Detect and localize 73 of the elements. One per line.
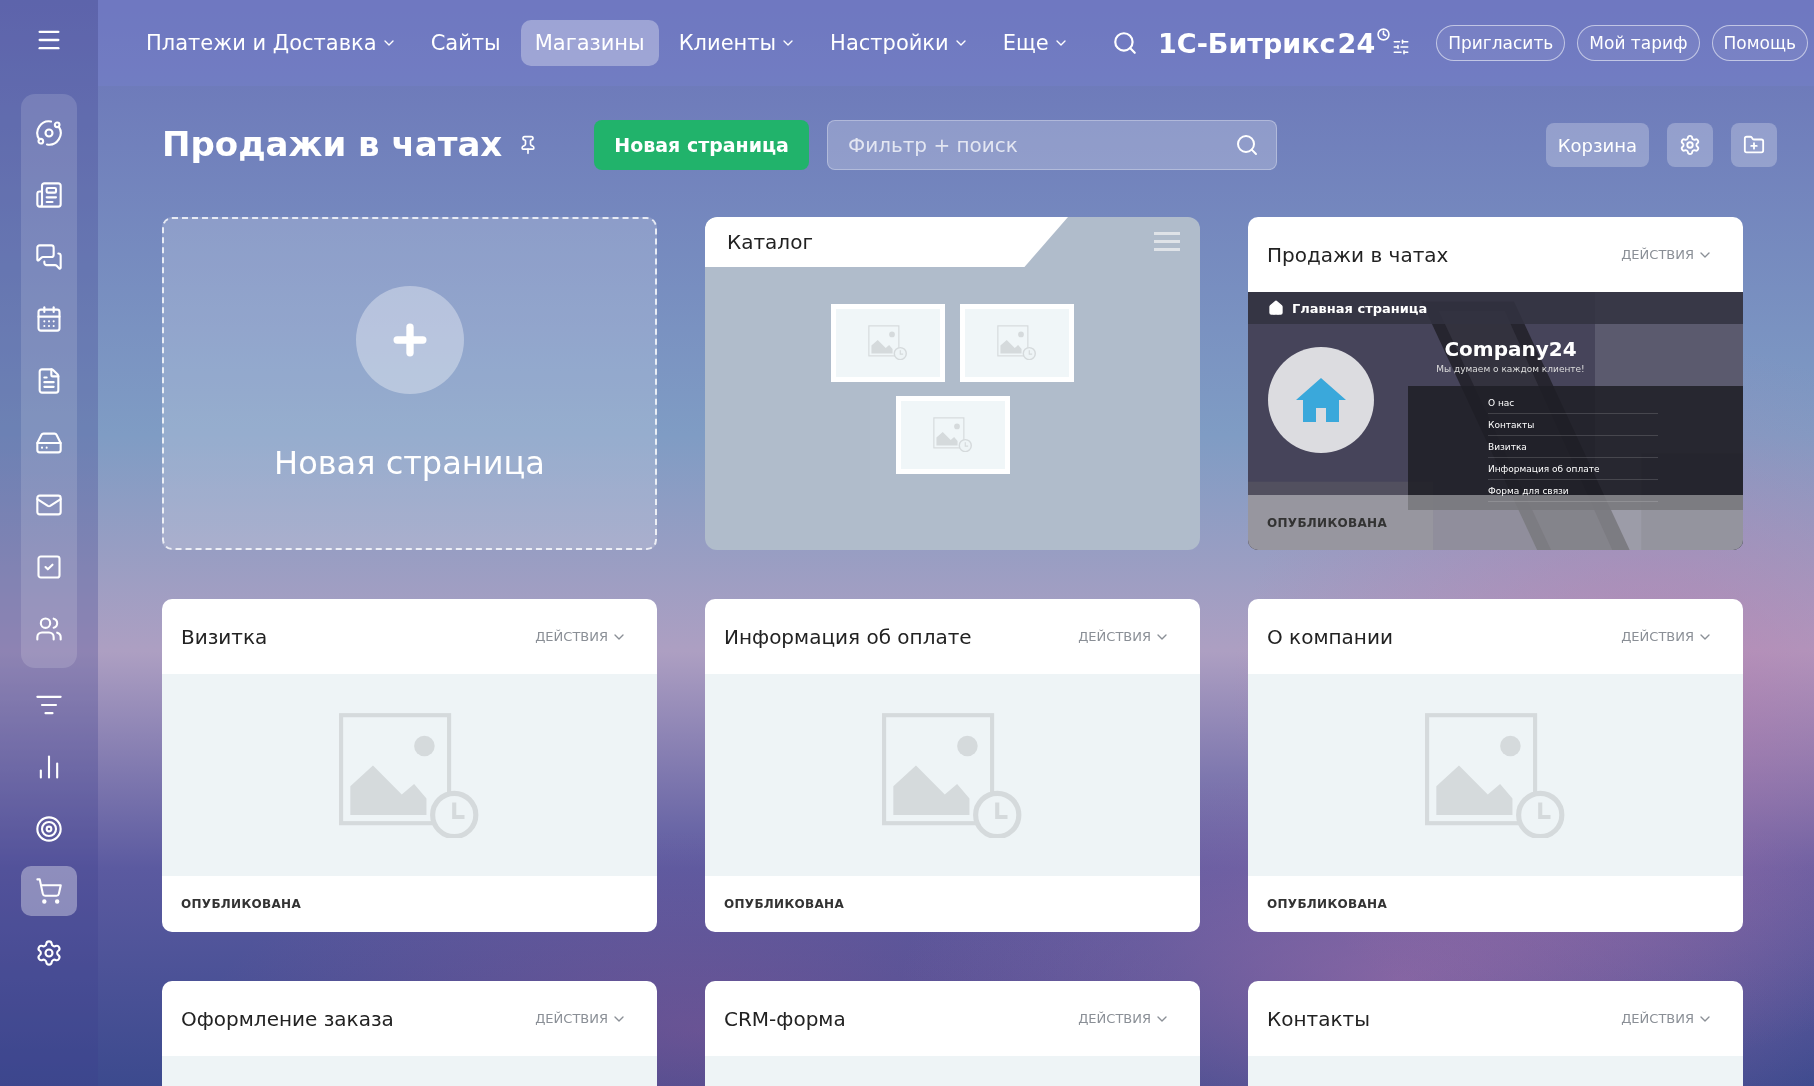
preview-menu-item: Информация об оплате <box>1488 458 1658 480</box>
actions-dropdown[interactable]: ДЕЙСТВИЯ <box>1621 246 1713 263</box>
page-preview[interactable]: Главная страница Company24 Мы думаем о каждом клиенте! О нас Контакты Визитка Информация об оплате Форма для связи ОПУБЛИКОВАНА <box>1248 292 1743 550</box>
top-button[interactable]: Пригласить <box>1436 25 1566 61</box>
tagline: Мы думаем о каждом клиенте! <box>1435 364 1586 374</box>
status-label: ОПУБЛИКОВАНА <box>1267 897 1388 911</box>
settings-button[interactable] <box>1667 123 1713 167</box>
status-label: ОПУБЛИКОВАНА <box>181 897 302 911</box>
nav-tab[interactable]: Сайты <box>416 20 515 66</box>
folder-plus-icon <box>1743 134 1765 156</box>
card-title: Продажи в чатах <box>1267 242 1449 267</box>
company-name: Company24 <box>1443 337 1578 361</box>
nav-tab[interactable]: Настройки <box>816 20 983 66</box>
sidebar-item[interactable] <box>21 866 77 916</box>
settings-icon <box>35 939 63 967</box>
nav-tab[interactable]: Платежи и Доставка <box>132 20 411 66</box>
users-icon <box>35 615 63 643</box>
card-title: Каталог <box>727 230 813 254</box>
actions-dropdown[interactable]: ДЕЙСТВИЯ <box>535 628 627 645</box>
nav-tab[interactable]: Еще <box>988 20 1083 66</box>
card-title: Контакты <box>1267 1006 1370 1031</box>
status-label: ОПУБЛИКОВАНА <box>1267 515 1388 530</box>
clock-icon <box>1377 27 1391 41</box>
catalog-folder[interactable]: Каталог <box>705 217 1200 550</box>
new-page-button[interactable]: Новая страница <box>594 120 809 170</box>
add-folder-button[interactable] <box>1731 123 1777 167</box>
calendar-icon <box>35 305 63 333</box>
brand-number: 24 <box>1337 27 1376 59</box>
card-title: Оформление заказа <box>181 1006 394 1031</box>
nav-tab[interactable]: Магазины <box>520 20 659 66</box>
preview-menu-item: О нас <box>1488 392 1658 414</box>
cart-icon <box>35 877 63 905</box>
image-placeholder-icon <box>868 324 908 361</box>
card-title: CRM-форма <box>724 1006 846 1031</box>
house-icon <box>1296 378 1346 422</box>
chat-icon <box>35 243 63 271</box>
settings-icon <box>1679 134 1701 156</box>
newspaper-icon <box>35 181 63 209</box>
page-card[interactable]: О компании ДЕЙСТВИЯ ОПУБЛИКОВАНА <box>1248 599 1743 932</box>
actions-dropdown[interactable]: ДЕЙСТВИЯ <box>1621 1010 1713 1027</box>
image-placeholder-icon <box>932 416 973 453</box>
page-card[interactable]: Контакты ДЕЙСТВИЯ <box>1248 981 1743 1086</box>
preview-menu-item: Форма для связи <box>1488 480 1658 502</box>
card-title: О компании <box>1267 624 1393 649</box>
top-button[interactable]: Мой тариф <box>1577 25 1700 61</box>
new-page-card[interactable]: Новая страница <box>162 217 657 550</box>
page-card[interactable]: Информация об оплате ДЕЙСТВИЯ ОПУБЛИКОВАНА <box>705 599 1200 932</box>
top-button[interactable]: Помощь <box>1711 25 1808 61</box>
page-card[interactable]: CRM-форма ДЕЙСТВИЯ <box>705 981 1200 1086</box>
status-label: ОПУБЛИКОВАНА <box>724 897 845 911</box>
image-placeholder-icon <box>997 324 1037 361</box>
basket-button[interactable]: Корзина <box>1545 123 1649 167</box>
actions-dropdown[interactable]: ДЕЙСТВИЯ <box>1078 1010 1170 1027</box>
search-icon <box>1234 133 1259 157</box>
sliders-icon[interactable] <box>1392 37 1411 56</box>
search-icon <box>1112 30 1139 56</box>
preview-nav-title: Главная страница <box>1292 300 1428 316</box>
actions-dropdown[interactable]: ДЕЙСТВИЯ <box>535 1010 627 1027</box>
card-title: Информация об оплате <box>724 624 972 649</box>
card-title: Визитка <box>181 624 268 649</box>
actions-dropdown[interactable]: ДЕЙСТВИЯ <box>1078 628 1170 645</box>
preview-menu-item: Контакты <box>1488 414 1658 436</box>
brand-name: 1С-Битрикс <box>1158 27 1336 59</box>
checkbox-icon <box>35 553 63 581</box>
page-title: Продажи в чатах <box>162 126 503 164</box>
page-card[interactable]: Визитка ДЕЙСТВИЯ ОПУБЛИКОВАНА <box>162 599 657 932</box>
target-icon <box>35 815 63 843</box>
actions-dropdown[interactable]: ДЕЙСТВИЯ <box>1621 628 1713 645</box>
page-card[interactable]: Оформление заказа ДЕЙСТВИЯ <box>162 981 657 1086</box>
preview-menu-item: Визитка <box>1488 436 1658 458</box>
home-icon <box>1268 300 1284 316</box>
nav-tab[interactable]: Клиенты <box>664 20 811 66</box>
orbit-icon <box>35 119 63 147</box>
